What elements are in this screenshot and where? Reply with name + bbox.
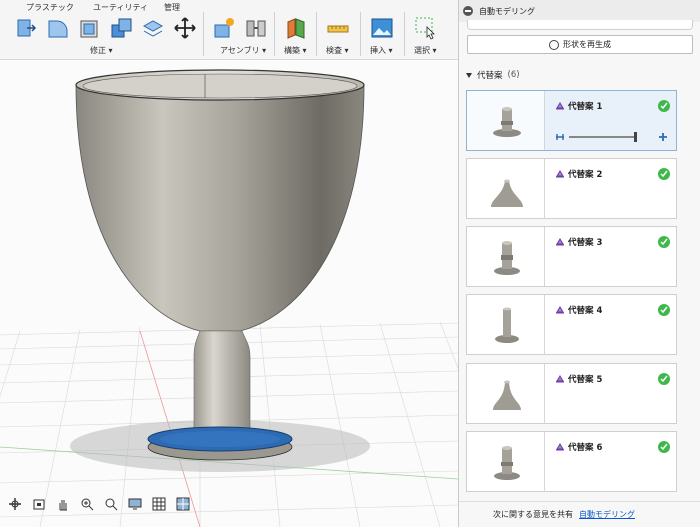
- feedback-text: 次に関する意見を共有: [493, 510, 573, 519]
- complete-check-icon: [658, 236, 670, 248]
- panel-footer: 次に関する意見を共有 自動モデリング: [459, 501, 700, 527]
- alternative-shape-icon: [556, 306, 564, 314]
- plane-icon[interactable]: [284, 16, 308, 40]
- canvas-viewport[interactable]: [0, 61, 458, 527]
- zoom-icon[interactable]: [78, 496, 96, 512]
- modify-menu[interactable]: 修正 ▾: [90, 45, 113, 56]
- alternative-shape-icon: [556, 102, 564, 110]
- shell-icon[interactable]: [78, 16, 102, 40]
- separator: [203, 12, 204, 56]
- separator: [316, 12, 317, 56]
- alternative-shape-icon: [556, 375, 564, 383]
- move-icon[interactable]: [173, 16, 197, 40]
- offset-face-icon[interactable]: [141, 16, 165, 40]
- alternative-thumbnail: [467, 295, 545, 354]
- alternative-card[interactable]: 代替案 1: [466, 90, 677, 151]
- cup-body: [75, 84, 365, 332]
- insert-menu[interactable]: 挿入 ▾: [370, 45, 393, 56]
- alternatives-section-header[interactable]: 代替案 (6): [466, 69, 520, 81]
- complete-check-icon: [658, 373, 670, 385]
- tab-plastic[interactable]: プラスチック: [26, 2, 74, 13]
- complete-check-icon: [658, 168, 670, 180]
- combine-icon[interactable]: [110, 16, 134, 40]
- joint-icon[interactable]: [244, 16, 268, 40]
- select-menu[interactable]: 選択 ▾: [414, 45, 437, 56]
- measure-icon[interactable]: [326, 16, 350, 40]
- panel-scrolled-field[interactable]: [467, 20, 693, 30]
- alternative-shape-icon: [556, 238, 564, 246]
- alternative-thumbnail: [467, 364, 545, 423]
- expand-triangle-icon: [466, 72, 472, 78]
- alternative-card[interactable]: 代替案 2: [466, 158, 677, 219]
- look-at-icon[interactable]: [30, 496, 48, 512]
- slider-handle: [634, 132, 637, 142]
- alternative-thumbnail: [467, 159, 545, 218]
- alternative-thumbnail: [467, 91, 545, 150]
- regenerate-shapes-button[interactable]: 形状を再生成: [467, 35, 693, 54]
- alternative-card[interactable]: 代替案 4: [466, 294, 677, 355]
- display-settings-icon[interactable]: [126, 496, 144, 512]
- alternatives-label: 代替案: [477, 71, 503, 81]
- alternative-label: 代替案 1: [568, 102, 603, 112]
- collapse-panel-icon[interactable]: [463, 6, 473, 16]
- feedback-link[interactable]: 自動モデリング: [579, 509, 635, 520]
- pan-icon[interactable]: [54, 496, 72, 512]
- panel-header: 自動モデリング: [459, 0, 700, 22]
- fillet-icon[interactable]: [46, 16, 70, 40]
- alternatives-count: (6): [507, 70, 520, 80]
- regenerate-label: 形状を再生成: [563, 40, 611, 49]
- tab-manage[interactable]: 管理: [164, 2, 180, 13]
- alternative-label: 代替案 5: [568, 375, 603, 385]
- new-component-icon[interactable]: [212, 16, 236, 40]
- alternative-card[interactable]: 代替案 5: [466, 363, 677, 424]
- model-view: [0, 69, 458, 527]
- panel-title: 自動モデリング: [479, 6, 535, 16]
- alternative-card[interactable]: 代替案 3: [466, 226, 677, 287]
- alternative-label: 代替案 3: [568, 238, 603, 248]
- construct-menu[interactable]: 構築 ▾: [284, 45, 307, 56]
- alternative-shape-icon: [556, 443, 564, 451]
- assemble-menu[interactable]: アセンブリ ▾: [220, 45, 266, 56]
- toolbar: プラスチック ユーティリティ 管理 修正 ▾ アセンブリ ▾ 構築 ▾ 検査 ▾…: [0, 0, 458, 60]
- variation-slider[interactable]: [555, 131, 668, 143]
- alternative-thumbnail: [467, 432, 545, 491]
- press-pull-icon[interactable]: [14, 16, 38, 40]
- navigation-bar: [6, 495, 192, 513]
- separator: [404, 12, 405, 56]
- separator: [360, 12, 361, 56]
- complete-check-icon: [658, 100, 670, 112]
- tab-utility[interactable]: ユーティリティ: [93, 2, 148, 13]
- separator: [274, 12, 275, 56]
- cup-stem: [193, 330, 251, 434]
- grid-settings-icon[interactable]: [150, 496, 168, 512]
- alternative-card[interactable]: 代替案 6: [466, 431, 677, 492]
- regenerate-icon: [549, 39, 559, 50]
- orbit-icon[interactable]: [6, 496, 24, 512]
- variation-min-icon: [556, 134, 564, 140]
- alternative-shape-icon: [556, 170, 564, 178]
- generative-design-panel: 自動モデリング 形状を再生成 代替案 (6) 代替案 1 代替案 2 代替案 3…: [458, 0, 700, 527]
- alternative-thumbnail: [467, 227, 545, 286]
- viewports-icon[interactable]: [174, 496, 192, 512]
- alternative-label: 代替案 2: [568, 170, 603, 180]
- alternative-label: 代替案 4: [568, 306, 603, 316]
- fit-icon[interactable]: [102, 496, 120, 512]
- inspect-menu[interactable]: 検査 ▾: [326, 45, 349, 56]
- complete-check-icon: [658, 304, 670, 316]
- insert-image-icon[interactable]: [370, 16, 394, 40]
- complete-check-icon: [658, 441, 670, 453]
- select-box-icon[interactable]: [414, 16, 438, 40]
- variation-max-icon: [659, 133, 667, 141]
- alternative-label: 代替案 6: [568, 443, 603, 453]
